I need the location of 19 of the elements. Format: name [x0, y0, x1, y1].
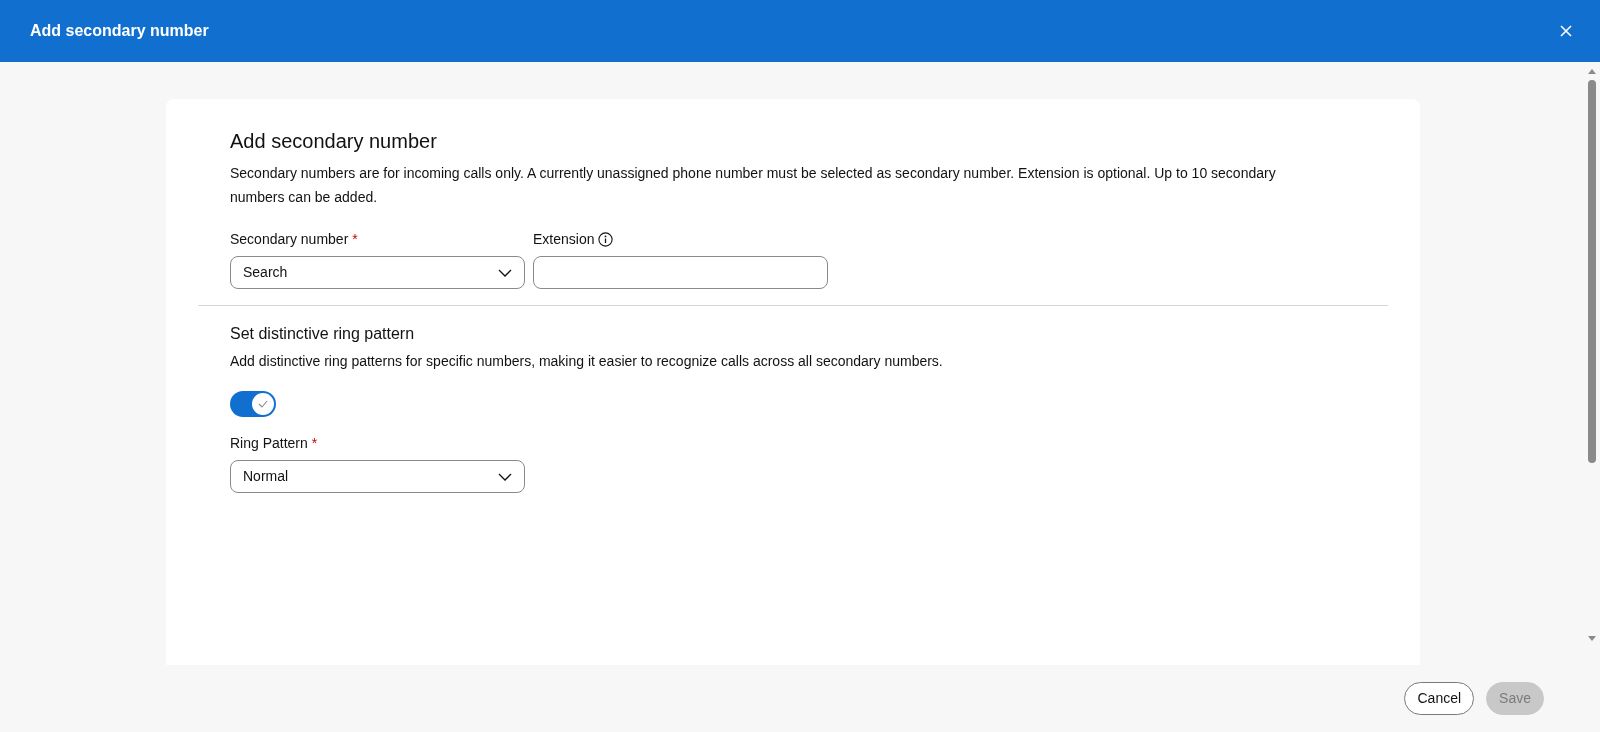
dialog-title: Add secondary number: [30, 21, 209, 41]
extension-field[interactable]: [533, 256, 828, 289]
form-description: Secondary numbers are for incoming calls only. A currently unassigned phone number must be selected as secondary number. Extension is optional. Up to 10 secondary numbers can be added.: [230, 164, 1277, 207]
check-icon: [258, 400, 268, 409]
chevron-down-icon: [498, 472, 512, 481]
required-asterisk: *: [352, 229, 358, 249]
ring-pattern-dropdown[interactable]: Normal: [230, 460, 525, 494]
field-label: Ring Pattern: [230, 433, 308, 453]
field-label: Extension: [533, 229, 595, 249]
section-heading: Set distinctive ring pattern: [230, 324, 416, 344]
required-asterisk: *: [311, 433, 318, 453]
field-label: Secondary number: [230, 229, 349, 249]
form-heading: Add secondary number: [230, 129, 438, 153]
section-description: Add distinctive ring patterns for specific numbers, making it easier to recognize calls across all secondary numbers.: [230, 352, 944, 372]
secondary-number-dropdown[interactable]: Search: [230, 256, 525, 289]
ring-pattern-toggle[interactable]: [230, 391, 276, 418]
info-icon[interactable]: [598, 231, 614, 247]
cancel-button[interactable]: Cancel: [1404, 682, 1475, 715]
chevron-down-icon: [498, 268, 512, 277]
